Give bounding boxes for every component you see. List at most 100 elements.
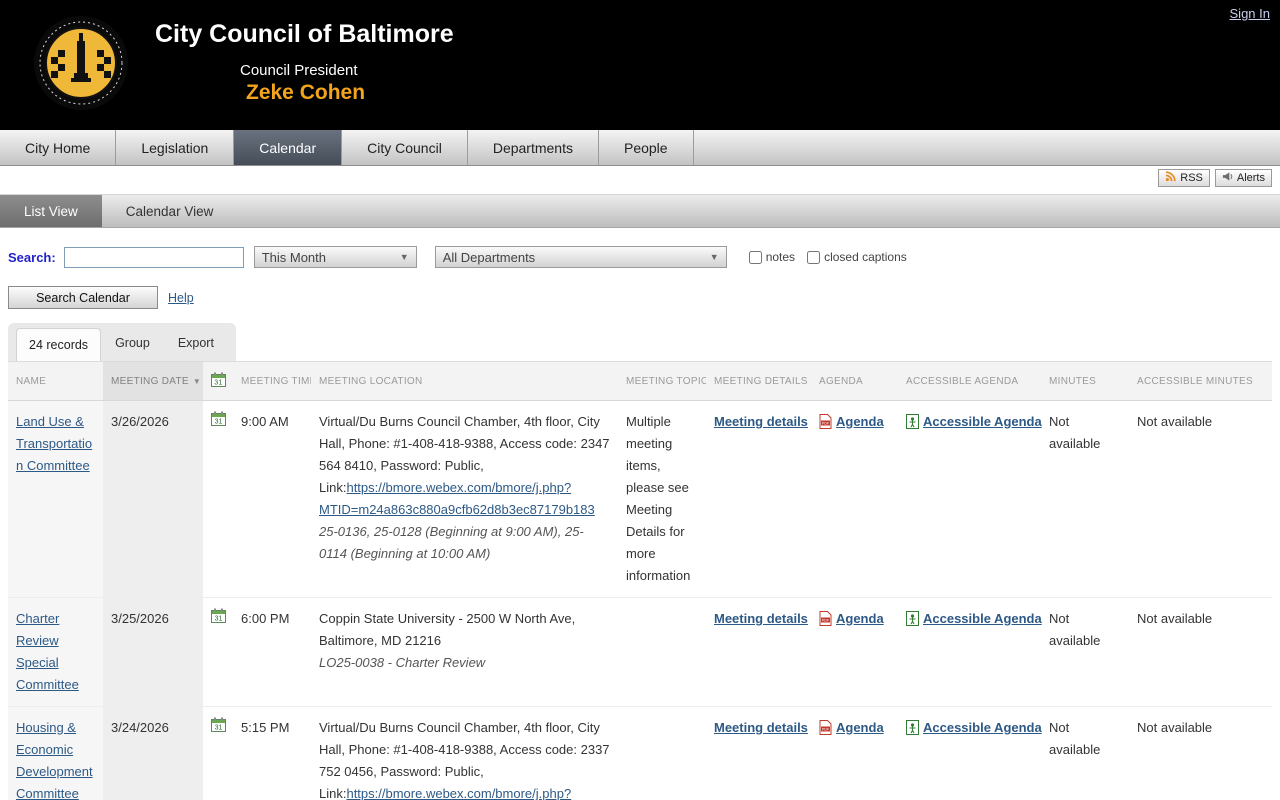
column-header-meeting-location[interactable]: MEETING LOCATION [311,361,618,401]
meeting-location: Virtual/Du Burns Council Chamber, 4th fl… [311,400,618,598]
search-input[interactable] [63,246,244,268]
sign-in-link[interactable]: Sign In [1230,6,1270,21]
column-header-meeting-topic[interactable]: MEETING TOPIC [618,361,706,401]
meeting-location: Virtual/Du Burns Council Chamber, 4th fl… [311,706,618,800]
meeting-details-link[interactable]: Meeting details [714,720,808,735]
meeting-location: Coppin State University - 2500 W North A… [311,597,618,707]
meeting-topic: Multiple meeting items, please see Meeti… [618,400,706,598]
council-president-name: Zeke Cohen [246,81,366,104]
alerts-button[interactable]: Alerts [1214,169,1272,187]
pdf-icon[interactable]: PDF [819,411,832,436]
add-to-calendar-icon[interactable]: 31 [211,411,226,429]
notes-checkbox[interactable] [748,250,762,264]
accessible-agenda-link[interactable]: Accessible Agenda [923,608,1042,630]
tab-calendar-view[interactable]: Calendar View [102,195,238,227]
records-toolbar: 24 records Group Export [8,323,236,361]
sort-descending-icon: ▼ [192,376,202,386]
column-header-agenda[interactable]: AGENDA [811,361,898,401]
meeting-location-text: Coppin State University - 2500 W North A… [319,611,576,648]
accessible-document-icon[interactable] [906,608,919,633]
meeting-details-link[interactable]: Meeting details [714,611,808,626]
accessible-document-icon[interactable] [906,411,919,436]
nav-tab-legislation[interactable]: Legislation [116,130,235,165]
nav-tab-calendar[interactable]: Calendar [234,130,343,165]
chevron-down-icon: ▼ [709,252,719,262]
accessible-minutes-status: Not available [1129,706,1272,800]
meeting-topic [618,706,706,800]
agenda-link[interactable]: Agenda [836,411,884,433]
nav-tab-people[interactable]: People [599,130,694,165]
table-row: Housing & Economic Development Committee… [8,706,1272,800]
svg-text:PDF: PDF [822,728,830,732]
date-range-selected-value: This Month [261,249,327,265]
rss-button-label: RSS [1180,172,1203,184]
view-tabs-bar: List View Calendar View [0,194,1280,228]
closed-captions-checkbox[interactable] [807,250,821,264]
column-header-meeting-date[interactable]: MEETING DATE ▼ [103,361,203,401]
agenda-link[interactable]: Agenda [836,608,884,630]
pdf-icon[interactable]: PDF [819,608,832,633]
webex-link[interactable]: https://bmore.webex.com/bmore/j.php?MTID… [319,786,593,800]
committee-name-link[interactable]: Charter Review Special Committee [16,611,79,692]
calendar-table: NAME MEETING DATE ▼ 31 MEETING TIME MEETI… [8,361,1272,800]
help-link[interactable]: Help [168,291,194,305]
add-to-calendar-icon[interactable]: 31 [211,717,226,735]
meeting-time: 6:00 PM [233,597,311,707]
group-button[interactable]: Group [101,325,164,361]
meeting-location-note: 25-0136, 25-0128 (Beginning at 9:00 AM),… [319,524,584,561]
meeting-time: 9:00 AM [233,400,311,598]
column-header-meeting-time[interactable]: MEETING TIME [233,361,311,401]
departments-dropdown[interactable]: All Departments ▼ [434,246,727,268]
committee-name-link[interactable]: Land Use & Transportation Committee [16,414,92,473]
search-label: Search: [8,249,56,265]
accessible-minutes-status: Not available [1129,597,1272,707]
rss-button[interactable]: RSS [1158,169,1210,187]
search-area: Search: This Month ▼ All Departments ▼ n… [0,228,1280,309]
svg-text:PDF: PDF [822,422,830,426]
svg-text:31: 31 [215,725,223,732]
column-header-name[interactable]: NAME [8,361,103,401]
agenda-link[interactable]: Agenda [836,717,884,739]
closed-captions-checkbox-label: closed captions [824,250,907,264]
export-button[interactable]: Export [164,325,228,361]
webex-link[interactable]: https://bmore.webex.com/bmore/j.php?MTID… [319,480,595,517]
page-title: City Council of Baltimore [155,20,454,48]
chevron-down-icon: ▼ [399,252,409,262]
records-count: 24 records [16,328,102,361]
accessible-document-icon[interactable] [906,717,919,742]
svg-text:PDF: PDF [822,619,830,623]
minutes-status: Not available [1041,597,1129,707]
nav-tab-city-home[interactable]: City Home [0,130,117,165]
committee-name-link[interactable]: Housing & Economic Development Committee [16,720,93,800]
meeting-date: 3/26/2026 [103,400,203,598]
meeting-time: 5:15 PM [233,706,311,800]
accessible-agenda-link[interactable]: Accessible Agenda [923,411,1042,433]
column-header-accessible-minutes[interactable]: ACCESSIBLE MINUTES [1129,361,1272,401]
council-president-label: Council President [240,62,358,79]
meeting-details-link[interactable]: Meeting details [714,414,808,429]
pdf-icon[interactable]: PDF [819,717,832,742]
column-header-minutes[interactable]: MINUTES [1041,361,1129,401]
nav-tab-departments[interactable]: Departments [468,130,599,165]
meeting-topic [618,597,706,707]
minutes-status: Not available [1041,706,1129,800]
tab-list-view[interactable]: List View [0,195,102,227]
nav-tab-city-council[interactable]: City Council [342,130,468,165]
svg-text:31: 31 [214,380,222,387]
departments-selected-value: All Departments [442,249,536,265]
svg-text:31: 31 [215,616,223,623]
date-range-dropdown[interactable]: This Month ▼ [253,246,417,268]
search-calendar-button[interactable]: Search Calendar [8,286,158,309]
svg-text:31: 31 [215,419,223,426]
accessible-agenda-link[interactable]: Accessible Agenda [923,717,1042,739]
minutes-status: Not available [1041,400,1129,598]
baltimore-city-seal-logo [33,15,129,116]
feed-button-row: RSS Alerts [0,166,1280,190]
meeting-date: 3/24/2026 [103,706,203,800]
alerts-button-label: Alerts [1236,172,1265,184]
add-to-calendar-icon[interactable]: 31 [211,608,226,626]
column-header-accessible-agenda[interactable]: ACCESSIBLE AGENDA [898,361,1041,401]
site-header: City Council of Baltimore Council Presid… [0,0,1280,130]
calendar-icon: 31 [211,372,226,390]
column-header-meeting-details[interactable]: MEETING DETAILS [706,361,811,401]
